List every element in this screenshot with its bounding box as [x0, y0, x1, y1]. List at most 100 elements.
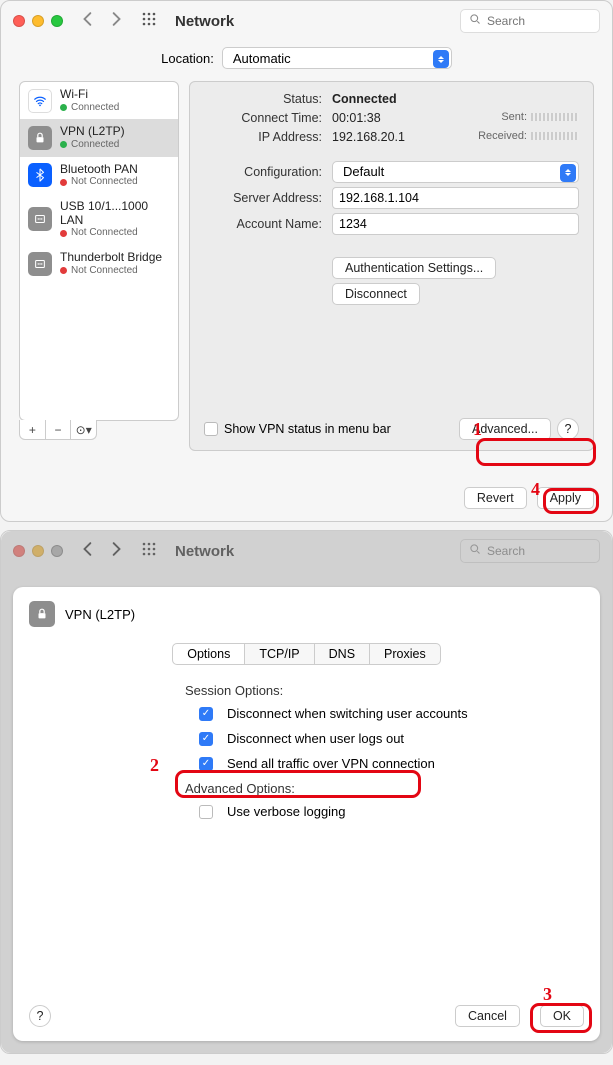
tab-options[interactable]: Options [172, 643, 245, 665]
configuration-label: Configuration: [204, 165, 332, 179]
apps-grid-icon [141, 541, 157, 562]
interface-list: Wi-FiConnected VPN (L2TP)Connected Bluet… [19, 81, 179, 421]
verbose-logging-checkbox[interactable] [199, 805, 213, 819]
apps-grid-icon[interactable] [141, 11, 157, 32]
window-title: Network [175, 13, 234, 30]
ethernet-icon [28, 207, 52, 231]
sheet-title: VPN (L2TP) [65, 607, 135, 622]
interface-sidebar: Wi-FiConnected VPN (L2TP)Connected Bluet… [19, 81, 179, 451]
annotation-2: 2 [150, 755, 159, 776]
sent-bar-icon [531, 113, 579, 121]
window-title: Network [175, 543, 234, 560]
thunderbolt-icon [28, 252, 52, 276]
lock-icon [28, 126, 52, 150]
disconnect-button[interactable]: Disconnect [332, 283, 420, 305]
network-advanced-window: Network VPN (L2TP) Options TCP/IP DNS Pr… [0, 530, 613, 1054]
tab-bar: Options TCP/IP DNS Proxies [29, 643, 584, 665]
revert-button[interactable]: Revert [464, 487, 527, 509]
minimize-icon[interactable] [32, 545, 44, 557]
sidebar-item-wifi[interactable]: Wi-FiConnected [20, 82, 178, 119]
advanced-options-header: Advanced Options: [185, 781, 584, 796]
account-name-input[interactable] [332, 213, 579, 235]
add-interface-button[interactable]: + [20, 420, 46, 439]
wifi-icon [28, 89, 52, 113]
disconnect-switching-checkbox[interactable] [199, 707, 213, 721]
titlebar: Network [1, 1, 612, 41]
annotation-4: 4 [531, 479, 540, 500]
show-vpn-checkbox[interactable] [204, 422, 218, 436]
search-input[interactable] [487, 14, 591, 28]
sheet-header: VPN (L2TP) [29, 601, 584, 627]
connect-time-value: 00:01:38 [332, 111, 381, 125]
account-name-label: Account Name: [204, 217, 332, 231]
verbose-logging-label: Use verbose logging [227, 804, 346, 819]
traffic-lights [13, 545, 63, 557]
configuration-select[interactable]: Default [332, 161, 579, 183]
list-edit-buttons: + − ⊙▾ [19, 420, 97, 440]
remove-interface-button[interactable]: − [46, 420, 72, 439]
network-preferences-window: Network Location: Automatic Wi-FiConnect… [0, 0, 613, 522]
titlebar: Network [1, 531, 612, 571]
send-all-traffic-checkbox[interactable] [199, 757, 213, 771]
sidebar-item-label: Thunderbolt Bridge [60, 251, 162, 265]
authentication-settings-button[interactable]: Authentication Settings... [332, 257, 496, 279]
search-icon [469, 542, 481, 560]
status-label: Status: [204, 92, 332, 106]
received-row: Received: [478, 129, 579, 144]
tab-proxies[interactable]: Proxies [370, 643, 441, 665]
options-pane: Session Options: Disconnect when switchi… [29, 683, 584, 829]
more-actions-button[interactable]: ⊙▾ [71, 420, 96, 439]
session-options-header: Session Options: [185, 683, 584, 698]
close-icon[interactable] [13, 15, 25, 27]
show-vpn-label: Show VPN status in menu bar [224, 422, 391, 436]
window-footer: Revert Apply [464, 487, 594, 509]
status-dot-icon [60, 267, 67, 274]
zoom-icon[interactable] [51, 15, 63, 27]
ok-button[interactable]: OK [540, 1005, 584, 1027]
location-select[interactable]: Automatic [222, 47, 452, 69]
forward-icon[interactable] [109, 12, 123, 31]
search-field[interactable] [460, 9, 600, 33]
bluetooth-icon [28, 163, 52, 187]
zoom-icon[interactable] [51, 545, 63, 557]
send-all-traffic-label: Send all traffic over VPN connection [227, 756, 435, 771]
sidebar-item-label: Bluetooth PAN [60, 163, 138, 177]
back-icon[interactable] [81, 12, 95, 31]
search-icon [469, 12, 481, 30]
tab-tcpip[interactable]: TCP/IP [245, 643, 314, 665]
sidebar-item-usb-lan[interactable]: USB 10/1...1000 LANNot Connected [20, 194, 178, 245]
location-value: Automatic [233, 51, 291, 66]
status-dot-icon [60, 104, 67, 111]
lock-icon [29, 601, 55, 627]
disconnect-logout-checkbox[interactable] [199, 732, 213, 746]
sidebar-item-thunderbolt[interactable]: Thunderbolt BridgeNot Connected [20, 245, 178, 282]
status-dot-icon [60, 141, 67, 148]
ip-value: 192.168.20.1 [332, 130, 405, 144]
tab-dns[interactable]: DNS [315, 643, 370, 665]
detail-panel: Status: Connected Connect Time: 00:01:38… [189, 81, 594, 451]
sidebar-item-bluetooth[interactable]: Bluetooth PANNot Connected [20, 157, 178, 194]
nav-arrows [81, 12, 123, 31]
sidebar-item-vpn[interactable]: VPN (L2TP)Connected [20, 119, 178, 156]
chevron-updown-icon [560, 164, 576, 182]
close-icon[interactable] [13, 545, 25, 557]
help-button[interactable]: ? [557, 418, 579, 440]
server-address-input[interactable] [332, 187, 579, 209]
search-input [487, 544, 591, 558]
nav-arrows [81, 542, 123, 561]
connect-time-label: Connect Time: [204, 111, 332, 125]
annotation-3: 3 [543, 984, 552, 1005]
status-dot-icon [60, 179, 67, 186]
annotation-1: 1 [473, 419, 482, 440]
help-button[interactable]: ? [29, 1005, 51, 1027]
apply-button[interactable]: Apply [537, 487, 594, 509]
sidebar-item-label: VPN (L2TP) [60, 125, 125, 139]
search-field [460, 539, 600, 563]
chevron-updown-icon [433, 50, 449, 68]
server-address-label: Server Address: [204, 191, 332, 205]
cancel-button[interactable]: Cancel [455, 1005, 520, 1027]
location-label: Location: [161, 51, 214, 66]
ip-label: IP Address: [204, 130, 332, 144]
received-bar-icon [531, 132, 579, 140]
minimize-icon[interactable] [32, 15, 44, 27]
